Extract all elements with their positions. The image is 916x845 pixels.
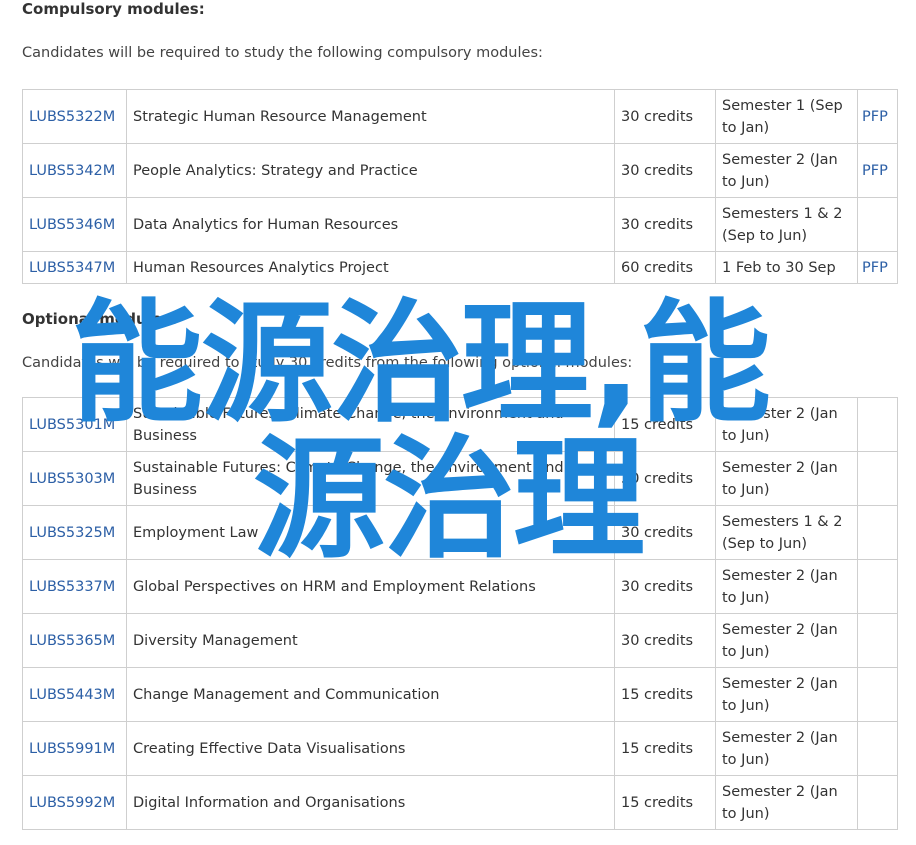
compulsory-heading: Compulsory modules: [22, 0, 205, 18]
module-row: LUBS5325M Employment Law 30 credits Semeste… [22, 505, 898, 560]
module-credits: 15 credits [614, 667, 716, 722]
module-pfp-cell [857, 505, 898, 560]
module-semester: Semester 1 (Sep to Jan) [715, 89, 858, 144]
module-title: Strategic Human Resource Management [126, 89, 615, 144]
module-semester: Semester 2 (Jan to Jun) [715, 143, 858, 198]
module-semester: Semester 2 (Jan to Jun) [715, 613, 858, 668]
module-semester: Semester 2 (Jan to Jun) [715, 559, 858, 614]
module-pfp-cell [857, 451, 898, 506]
module-code-link[interactable]: LUBS5337M [29, 579, 115, 595]
module-pfp-cell: PFP [857, 251, 898, 284]
module-credits: 30 credits [614, 559, 716, 614]
module-title: Data Analytics for Human Resources [126, 197, 615, 252]
module-pfp-cell: PFP [857, 89, 898, 144]
optional-intro: Candidates will be required to study 30 … [22, 355, 633, 371]
module-code-link[interactable]: LUBS5992M [29, 795, 115, 811]
module-credits: 60 credits [614, 251, 716, 284]
module-row: LUBS5992M Digital Information and Organis… [22, 775, 898, 830]
module-title: Change Management and Communication [126, 667, 615, 722]
module-pfp-cell [857, 667, 898, 722]
module-title: Digital Information and Organisations [126, 775, 615, 830]
module-row: LUBS5443M Change Management and Communica… [22, 667, 898, 722]
module-code-link[interactable]: LUBS5303M [29, 471, 115, 487]
module-row: LUBS5342M People Analytics: Strategy and … [22, 143, 898, 198]
module-credits: 30 credits [614, 451, 716, 506]
module-semester: Semesters 1 & 2 (Sep to Jun) [715, 197, 858, 252]
module-title: Global Perspectives on HRM and Employmen… [126, 559, 615, 614]
optional-heading: Optional modules: [22, 310, 177, 328]
module-title: Diversity Management [126, 613, 615, 668]
module-code-link[interactable]: LUBS5322M [29, 109, 115, 125]
compulsory-modules-table: LUBS5322M Strategic Human Resource Manage… [22, 89, 898, 284]
module-code-link[interactable]: LUBS5443M [29, 687, 115, 703]
pfp-link[interactable]: PFP [862, 163, 888, 179]
module-row: LUBS5337M Global Perspectives on HRM and … [22, 559, 898, 614]
module-pfp-cell [857, 559, 898, 614]
module-row: LUBS5322M Strategic Human Resource Manage… [22, 89, 898, 144]
module-code-cell: LUBS5342M [22, 143, 127, 198]
module-semester: 1 Feb to 30 Sep [715, 251, 858, 284]
module-row: LUBS5346M Data Analytics for Human Resour… [22, 197, 898, 252]
module-title: People Analytics: Strategy and Practice [126, 143, 615, 198]
module-code-cell: LUBS5301M [22, 397, 127, 452]
module-code-cell: LUBS5991M [22, 721, 127, 776]
module-row: LUBS5303M Sustainable Futures: Climate Ch… [22, 451, 898, 506]
module-code-cell: LUBS5303M [22, 451, 127, 506]
optional-modules-table: LUBS5301M Sustainable Futures: Climate Ch… [22, 397, 898, 830]
module-code-cell: LUBS5346M [22, 197, 127, 252]
module-semester: Semester 2 (Jan to Jun) [715, 667, 858, 722]
module-pfp-cell [857, 721, 898, 776]
module-code-cell: LUBS5337M [22, 559, 127, 614]
module-credits: 30 credits [614, 505, 716, 560]
module-code-link[interactable]: LUBS5991M [29, 741, 115, 757]
module-row: LUBS5301M Sustainable Futures: Climate Ch… [22, 397, 898, 452]
module-row: LUBS5991M Creating Effective Data Visuali… [22, 721, 898, 776]
module-credits: 15 credits [614, 397, 716, 452]
module-semester: Semester 2 (Jan to Jun) [715, 721, 858, 776]
module-code-link[interactable]: LUBS5342M [29, 163, 115, 179]
module-credits: 30 credits [614, 143, 716, 198]
module-pfp-cell [857, 613, 898, 668]
module-title: Employment Law [126, 505, 615, 560]
module-code-cell: LUBS5992M [22, 775, 127, 830]
module-code-cell: LUBS5347M [22, 251, 127, 284]
module-pfp-cell [857, 197, 898, 252]
module-title: Human Resources Analytics Project [126, 251, 615, 284]
module-row: LUBS5347M Human Resources Analytics Proje… [22, 251, 898, 284]
module-title: Sustainable Futures: Climate Change, the… [126, 451, 615, 506]
module-code-link[interactable]: LUBS5301M [29, 417, 115, 433]
module-code-link[interactable]: LUBS5325M [29, 525, 115, 541]
module-credits: 15 credits [614, 775, 716, 830]
pfp-link[interactable]: PFP [862, 109, 888, 125]
compulsory-intro: Candidates will be required to study the… [22, 45, 543, 61]
pfp-link[interactable]: PFP [862, 260, 888, 276]
module-pfp-cell: PFP [857, 143, 898, 198]
module-code-cell: LUBS5365M [22, 613, 127, 668]
module-semester: Semester 2 (Jan to Jun) [715, 451, 858, 506]
module-row: LUBS5365M Diversity Management 30 credits S… [22, 613, 898, 668]
module-title: Creating Effective Data Visualisations [126, 721, 615, 776]
module-pfp-cell [857, 397, 898, 452]
module-semester: Semester 2 (Jan to Jun) [715, 775, 858, 830]
module-code-link[interactable]: LUBS5346M [29, 217, 115, 233]
module-credits: 30 credits [614, 89, 716, 144]
module-credits: 30 credits [614, 613, 716, 668]
module-code-cell: LUBS5325M [22, 505, 127, 560]
module-credits: 15 credits [614, 721, 716, 776]
module-pfp-cell [857, 775, 898, 830]
module-code-cell: LUBS5322M [22, 89, 127, 144]
module-code-cell: LUBS5443M [22, 667, 127, 722]
module-semester: Semester 2 (Jan to Jun) [715, 397, 858, 452]
module-code-link[interactable]: LUBS5347M [29, 260, 115, 276]
module-semester: Semesters 1 & 2 (Sep to Jun) [715, 505, 858, 560]
module-credits: 30 credits [614, 197, 716, 252]
module-code-link[interactable]: LUBS5365M [29, 633, 115, 649]
module-title: Sustainable Futures: Climate Change, the… [126, 397, 615, 452]
